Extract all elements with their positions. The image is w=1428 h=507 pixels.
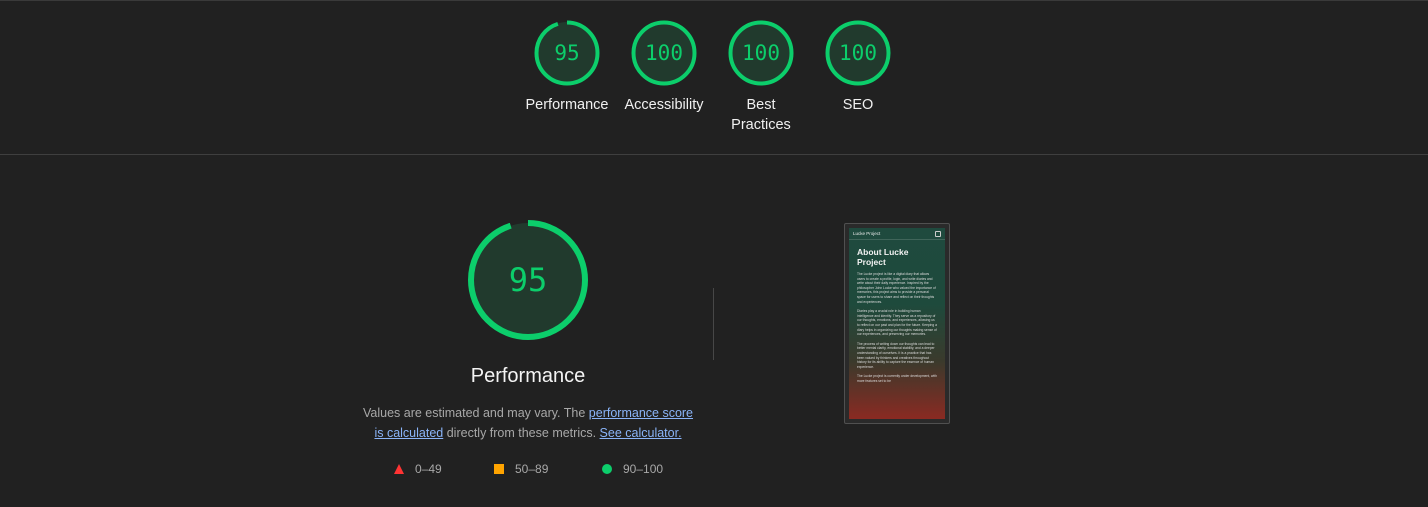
desc-prefix: Values are estimated and may vary. The — [362, 406, 589, 420]
desc-middle: directly from these metrics. — [443, 426, 600, 440]
screenshot-heading: About Lucke Project — [857, 247, 909, 267]
performance-score: 95 — [554, 41, 579, 65]
performance-big-score: 95 — [509, 261, 548, 299]
menu-icon — [935, 230, 941, 237]
legend-pass-range: 90–100 — [623, 462, 664, 476]
performance-heading: Performance — [470, 365, 586, 387]
accessibility-ring: 100 — [631, 20, 697, 86]
legend-fail: 0–49 — [394, 461, 442, 477]
seo-label: SEO — [842, 97, 874, 113]
legend-average: 50–89 — [494, 461, 548, 477]
circle-icon — [602, 464, 612, 474]
best-practices-label: Best Practices — [731, 97, 791, 133]
screenshot-brand: Lucke Project — [853, 231, 881, 236]
seo-score: 100 — [839, 41, 877, 65]
square-icon — [494, 464, 504, 474]
best-practices-score: 100 — [742, 41, 780, 65]
screenshot-paragraph: The Lucke project is like a digital diar… — [857, 272, 936, 304]
performance-description: Values are estimated and may vary. The p… — [360, 403, 696, 443]
triangle-icon — [394, 464, 404, 474]
accessibility-label: Accessibility — [624, 97, 704, 113]
accessibility-score: 100 — [645, 41, 683, 65]
legend-fail-range: 0–49 — [415, 462, 442, 476]
gauge-performance[interactable]: 95 Performance — [522, 19, 612, 115]
gauge-best-practices[interactable]: 100 Best Practices — [716, 19, 806, 135]
seo-ring: 100 — [825, 20, 891, 86]
performance-ring: 95 — [534, 20, 600, 86]
screenshot-page: Lucke Project About Lucke Project The Lu… — [849, 228, 945, 419]
score-summary: 95 Performance 100 Accessibility 100 Bes… — [0, 1, 1428, 155]
gauge-seo[interactable]: 100 SEO — [813, 19, 903, 115]
performance-big-gauge: 95 — [468, 220, 588, 340]
screenshot-paragraph: The process of writing down our thoughts… — [857, 341, 935, 369]
vertical-divider — [713, 288, 714, 360]
best-practices-ring: 100 — [728, 20, 794, 86]
final-screenshot-thumbnail[interactable]: Lucke Project About Lucke Project The Lu… — [844, 223, 950, 424]
screenshot-navbar: Lucke Project — [849, 228, 945, 240]
performance-label: Performance — [525, 97, 609, 113]
screenshot-paragraph: The Lucke project is currently under dev… — [857, 374, 937, 383]
see-calculator-link[interactable]: See calculator. — [600, 426, 682, 440]
legend-pass: 90–100 — [602, 461, 663, 477]
screenshot-paragraph: Diaries play a crucial role in building … — [857, 309, 937, 337]
legend-average-range: 50–89 — [515, 462, 549, 476]
performance-section: 95 Performance Values are estimated and … — [0, 156, 1428, 507]
gauge-accessibility[interactable]: 100 Accessibility — [619, 19, 709, 115]
